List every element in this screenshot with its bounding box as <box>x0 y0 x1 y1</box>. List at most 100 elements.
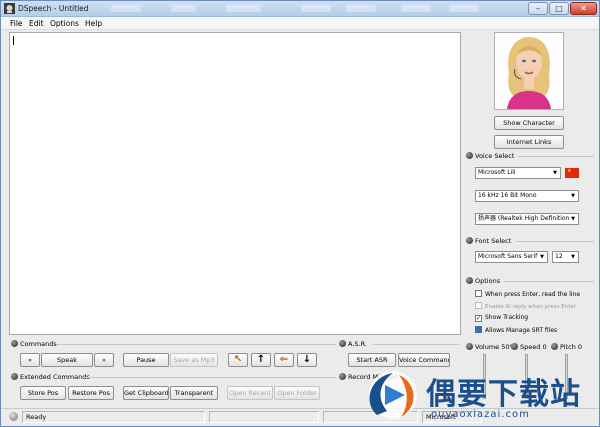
section-bullet-icon <box>466 343 473 350</box>
blurred-titlebar-text <box>226 5 261 12</box>
open-recent-button[interactable]: Open Recent <box>227 386 273 400</box>
next-button[interactable]: » <box>94 353 114 367</box>
section-divider <box>83 377 336 378</box>
pause-button[interactable]: Pause <box>123 353 169 367</box>
china-flag-icon: ★ <box>565 168 579 178</box>
maximize-icon: □ <box>555 4 563 13</box>
section-bullet-icon <box>511 343 518 350</box>
font-size-value: 12 <box>555 253 563 260</box>
section-bullet-icon <box>466 152 473 159</box>
maximize-button[interactable]: □ <box>549 2 569 15</box>
pitch-label: Pitch 0 <box>560 343 583 351</box>
watermark-title: 偶要下载站 <box>426 377 581 412</box>
option-label: Allows Manage SRT files <box>485 327 558 334</box>
voice-select-title: Voice Select <box>475 152 515 160</box>
restore-pos-button[interactable]: Restore Pos <box>68 386 114 400</box>
section-bullet-icon <box>551 343 558 350</box>
option-show-tracking-checkbox[interactable]: ✓ Show Tracking <box>475 314 528 322</box>
internet-links-button[interactable]: Internet Links <box>494 135 564 149</box>
site-watermark: 偶要下载站 ouyaoxiazai.com <box>341 363 599 425</box>
audio-format-combo[interactable]: 16 kHz 16 Bit Mono ▼ <box>475 190 579 202</box>
section-divider <box>373 344 459 345</box>
status-text: Ready <box>22 411 205 423</box>
volume-label: Volume 50% <box>475 343 516 351</box>
section-divider <box>518 156 594 157</box>
commands-title: Commands <box>20 340 57 348</box>
watermark-logo-icon <box>369 371 417 419</box>
arrow-left-icon[interactable]: ⇐ <box>274 353 294 367</box>
option-label: Show Tracking <box>485 314 529 321</box>
check-icon <box>475 326 482 333</box>
chevron-down-icon: ▼ <box>540 254 544 260</box>
watermark-url: ouyaoxiazai.com <box>431 409 530 420</box>
app-icon <box>4 3 15 14</box>
asr-section: A.S.R. <box>339 340 459 348</box>
blurred-titlebar-text <box>301 5 331 12</box>
voice-combo[interactable]: Microsoft Lili ▼ <box>475 167 561 179</box>
arrow-up-icon[interactable]: ↑ <box>251 353 271 367</box>
speak-button[interactable]: Speak <box>41 353 93 367</box>
close-button[interactable]: ✕ <box>570 2 597 15</box>
text-editor[interactable] <box>9 32 461 335</box>
output-device-value: 扬声器 (Realtek High Definition <box>478 215 570 222</box>
section-bullet-icon <box>11 373 18 380</box>
save-mp3-button[interactable]: Save as Mp3 <box>170 353 218 367</box>
section-bullet-icon <box>339 340 346 347</box>
status-indicator-icon <box>9 412 18 421</box>
arrow-down-icon[interactable]: ↓ <box>297 353 317 367</box>
font-name-combo[interactable]: Microsoft Sans Serif ▼ <box>475 251 548 263</box>
font-size-combo[interactable]: 12 ▼ <box>552 251 579 263</box>
section-bullet-icon <box>11 340 18 347</box>
checkbox-box <box>475 290 482 297</box>
section-bullet-icon <box>466 277 473 284</box>
character-avatar-icon <box>495 33 563 109</box>
character-portrait <box>494 32 564 110</box>
open-folder-button[interactable]: Open Folder <box>274 386 320 400</box>
right-panel: Show Character Internet Links Voice Sele… <box>463 32 597 402</box>
get-clipboard-button[interactable]: Get Clipboard <box>123 386 169 400</box>
previous-button[interactable]: « <box>20 353 40 367</box>
menu-edit[interactable]: Edit <box>29 19 44 28</box>
option-read-line-checkbox[interactable]: When press Enter, read the line <box>475 290 580 298</box>
options-section: Options <box>466 277 594 285</box>
show-character-button[interactable]: Show Character <box>494 116 564 130</box>
audio-format-value: 16 kHz 16 Bit Mono <box>478 192 537 199</box>
blurred-titlebar-text <box>111 5 141 12</box>
close-icon: ✕ <box>580 4 587 13</box>
menu-file[interactable]: File <box>10 19 23 28</box>
font-select-title: Font Select <box>475 237 512 245</box>
options-title: Options <box>475 277 501 285</box>
extended-commands-title: Extended Commands <box>20 373 90 381</box>
chevron-down-icon: ▼ <box>553 170 557 176</box>
voice-value: Microsoft Lili <box>478 169 516 176</box>
blurred-titlebar-text <box>171 5 196 12</box>
transparent-button[interactable]: Transparent <box>170 386 218 400</box>
app-window: DSpeech - Untitled – □ ✕ File Edit Optio… <box>0 0 600 427</box>
output-device-combo[interactable]: 扬声器 (Realtek High Definition ▼ <box>475 213 579 225</box>
store-pos-button[interactable]: Store Pos <box>20 386 66 400</box>
blurred-titlebar-text <box>346 5 376 12</box>
blurred-titlebar-text <box>401 5 431 12</box>
font-select-section: Font Select <box>466 237 594 245</box>
option-ai-reply-checkbox[interactable]: Enable AI reply when press Enter <box>475 302 576 310</box>
checkbox-box <box>475 302 482 309</box>
speed-slider-group: Speed 0 <box>511 343 547 351</box>
option-label: Enable AI reply when press Enter <box>485 304 577 310</box>
arrow-up-left-icon[interactable]: ↖ <box>228 353 248 367</box>
section-divider <box>516 241 594 242</box>
option-srt-files-checkbox[interactable]: Allows Manage SRT files <box>475 326 557 334</box>
status-panel-2 <box>209 411 319 423</box>
section-divider <box>57 344 336 345</box>
menu-options[interactable]: Options <box>50 19 79 28</box>
section-divider <box>504 281 594 282</box>
check-icon: ✓ <box>475 315 482 322</box>
extended-commands-section: Extended Commands <box>11 373 336 381</box>
blurred-titlebar-text <box>449 5 479 12</box>
pitch-slider-group: Pitch 0 <box>551 343 582 351</box>
title-bar[interactable]: DSpeech - Untitled – □ ✕ <box>1 1 599 17</box>
menu-help[interactable]: Help <box>85 19 102 28</box>
minimize-button[interactable]: – <box>528 2 548 15</box>
volume-slider-group: Volume 50% <box>466 343 516 351</box>
text-caret <box>13 36 14 45</box>
font-name-value: Microsoft Sans Serif <box>478 253 538 260</box>
